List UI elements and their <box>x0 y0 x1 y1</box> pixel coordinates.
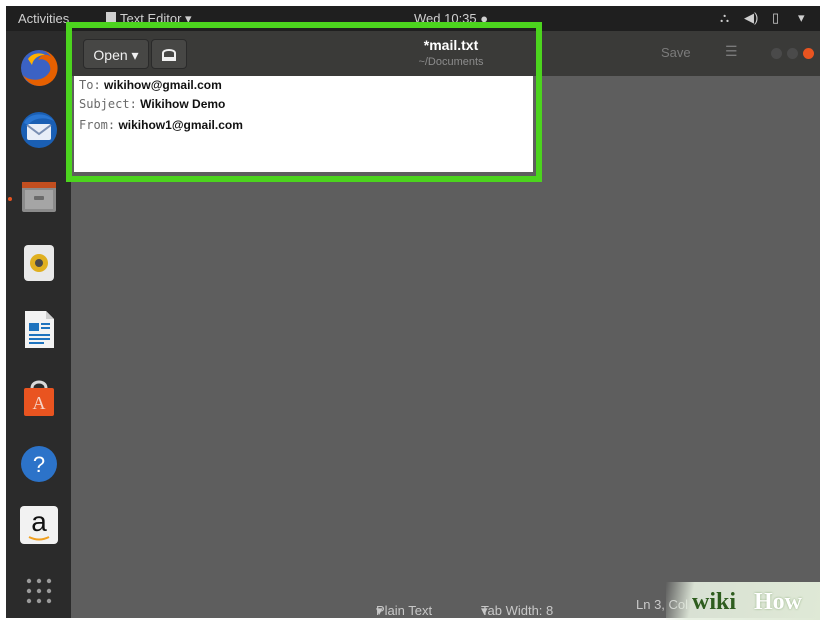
language-label: Plain Text <box>376 603 433 618</box>
highlight-box <box>66 22 542 182</box>
dock-item-amazon[interactable]: a <box>18 504 60 546</box>
dock: A ? a <box>6 31 71 618</box>
network-icon[interactable]: ⛬ <box>720 10 729 26</box>
watermark-wiki: wiki <box>692 589 737 615</box>
volume-icon[interactable]: ◀) <box>744 10 758 26</box>
app-grid-icon <box>26 578 52 604</box>
dock-item-rhythmbox[interactable] <box>18 241 60 283</box>
amazon-icon-label: a <box>31 506 47 537</box>
wikihow-watermark: wiki How <box>666 582 820 620</box>
dock-item-thunderbird[interactable] <box>18 109 60 151</box>
dock-item-firefox[interactable] <box>18 47 60 89</box>
maximize-button[interactable] <box>787 48 798 59</box>
show-applications-button[interactable] <box>18 571 60 613</box>
close-button[interactable] <box>803 48 814 59</box>
battery-icon[interactable]: ▯ <box>772 10 779 26</box>
chevron-down-icon: ▾ <box>376 603 383 618</box>
writer-icon <box>25 311 54 348</box>
running-indicator <box>8 197 12 201</box>
svg-text:?: ? <box>33 452 45 477</box>
firefox-icon <box>21 49 58 86</box>
watermark-how: How <box>754 589 802 615</box>
chevron-down-icon: ▾ <box>481 603 488 618</box>
dock-item-help[interactable]: ? <box>18 443 60 485</box>
dock-item-files[interactable] <box>18 176 60 218</box>
hamburger-menu-icon[interactable]: ☰ <box>725 43 738 60</box>
svg-text:A: A <box>33 393 46 413</box>
help-icon: ? <box>21 446 57 482</box>
dock-item-writer[interactable] <box>18 308 60 350</box>
thunderbird-icon <box>21 112 57 148</box>
activities-button[interactable]: Activities <box>18 11 69 26</box>
rhythmbox-icon <box>24 245 54 281</box>
system-menu-chevron-icon[interactable]: ▾ <box>798 10 805 26</box>
software-center-icon: A <box>24 380 54 416</box>
files-icon <box>22 182 56 212</box>
minimize-button[interactable] <box>771 48 782 59</box>
save-button[interactable]: Save <box>661 45 691 60</box>
amazon-icon: a <box>20 506 58 544</box>
amazon-smile-icon <box>28 536 50 541</box>
tab-width-label: Tab Width: 8 <box>481 603 554 618</box>
dock-item-software[interactable]: A <box>18 376 60 418</box>
